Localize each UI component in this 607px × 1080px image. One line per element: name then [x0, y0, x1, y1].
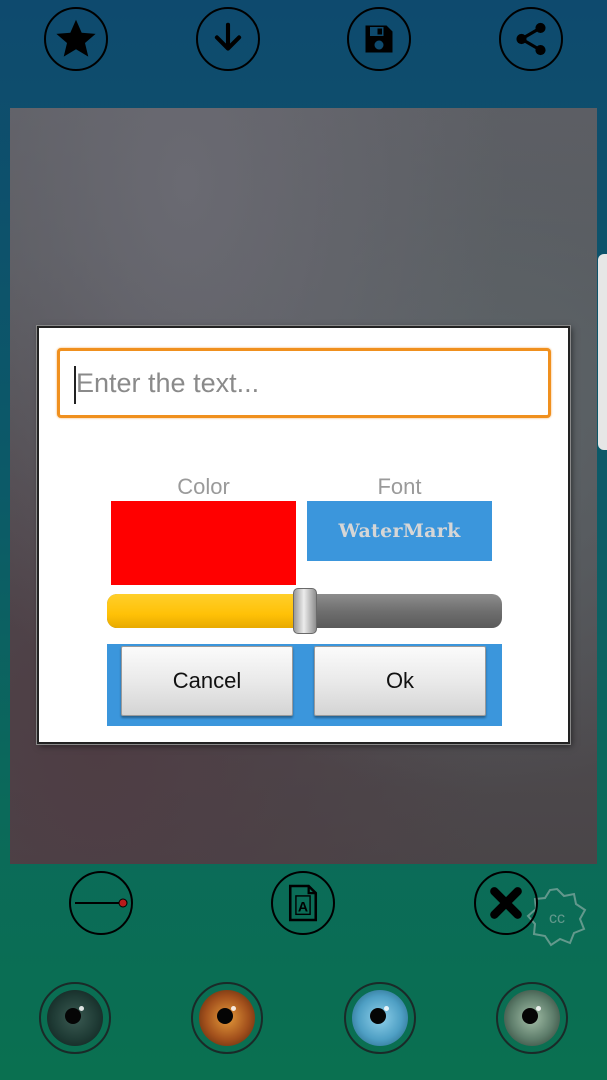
save-icon	[365, 25, 393, 53]
text-file-icon: A	[288, 884, 318, 922]
size-slider-thumb[interactable]	[292, 588, 317, 634]
svg-text:A: A	[298, 900, 308, 916]
text-input[interactable]	[57, 348, 551, 418]
share-button[interactable]	[499, 7, 563, 71]
add-text-dialog: Color Font WaterMark Cancel Ok	[37, 326, 570, 744]
eye-pupil	[65, 1008, 81, 1024]
save-button[interactable]	[347, 7, 411, 71]
line-tool-icon	[75, 898, 128, 908]
add-text-button[interactable]: A	[271, 871, 335, 935]
font-preview-text: WaterMark	[338, 520, 461, 542]
dialog-button-bar: Cancel Ok	[107, 644, 502, 726]
top-toolbar	[0, 0, 607, 100]
eye-glint	[79, 1006, 84, 1011]
cancel-button-label: Cancel	[172, 668, 242, 693]
close-button[interactable]	[474, 871, 538, 935]
eye-pupil	[522, 1008, 538, 1024]
line-tool-button[interactable]	[69, 871, 133, 935]
download-icon	[214, 22, 242, 51]
eye-option-3[interactable]	[344, 982, 416, 1054]
share-icon	[516, 22, 546, 56]
ok-button[interactable]: Ok	[314, 646, 486, 716]
side-drawer-handle[interactable]	[598, 254, 607, 450]
ok-button-label: Ok	[385, 668, 415, 693]
eye-option-1[interactable]	[39, 982, 111, 1054]
cancel-button[interactable]: Cancel	[121, 646, 293, 716]
star-icon	[56, 19, 96, 57]
download-button[interactable]	[196, 7, 260, 71]
font-label: Font	[377, 474, 422, 499]
eye-glint	[231, 1006, 236, 1011]
eye-pupil	[217, 1008, 233, 1024]
eye-glint	[536, 1006, 541, 1011]
size-slider-fill	[107, 594, 305, 628]
eye-option-4[interactable]	[496, 982, 568, 1054]
favorite-button[interactable]	[44, 7, 108, 71]
color-picker-swatch[interactable]	[111, 501, 296, 585]
text-caret	[74, 366, 76, 404]
font-picker-swatch[interactable]: WaterMark	[307, 501, 492, 561]
eye-option-2[interactable]	[191, 982, 263, 1054]
svg-text:cc: cc	[549, 910, 565, 927]
color-label: Color	[177, 474, 230, 499]
close-icon	[490, 887, 522, 919]
eye-pupil	[370, 1008, 386, 1024]
eye-glint	[384, 1006, 389, 1011]
